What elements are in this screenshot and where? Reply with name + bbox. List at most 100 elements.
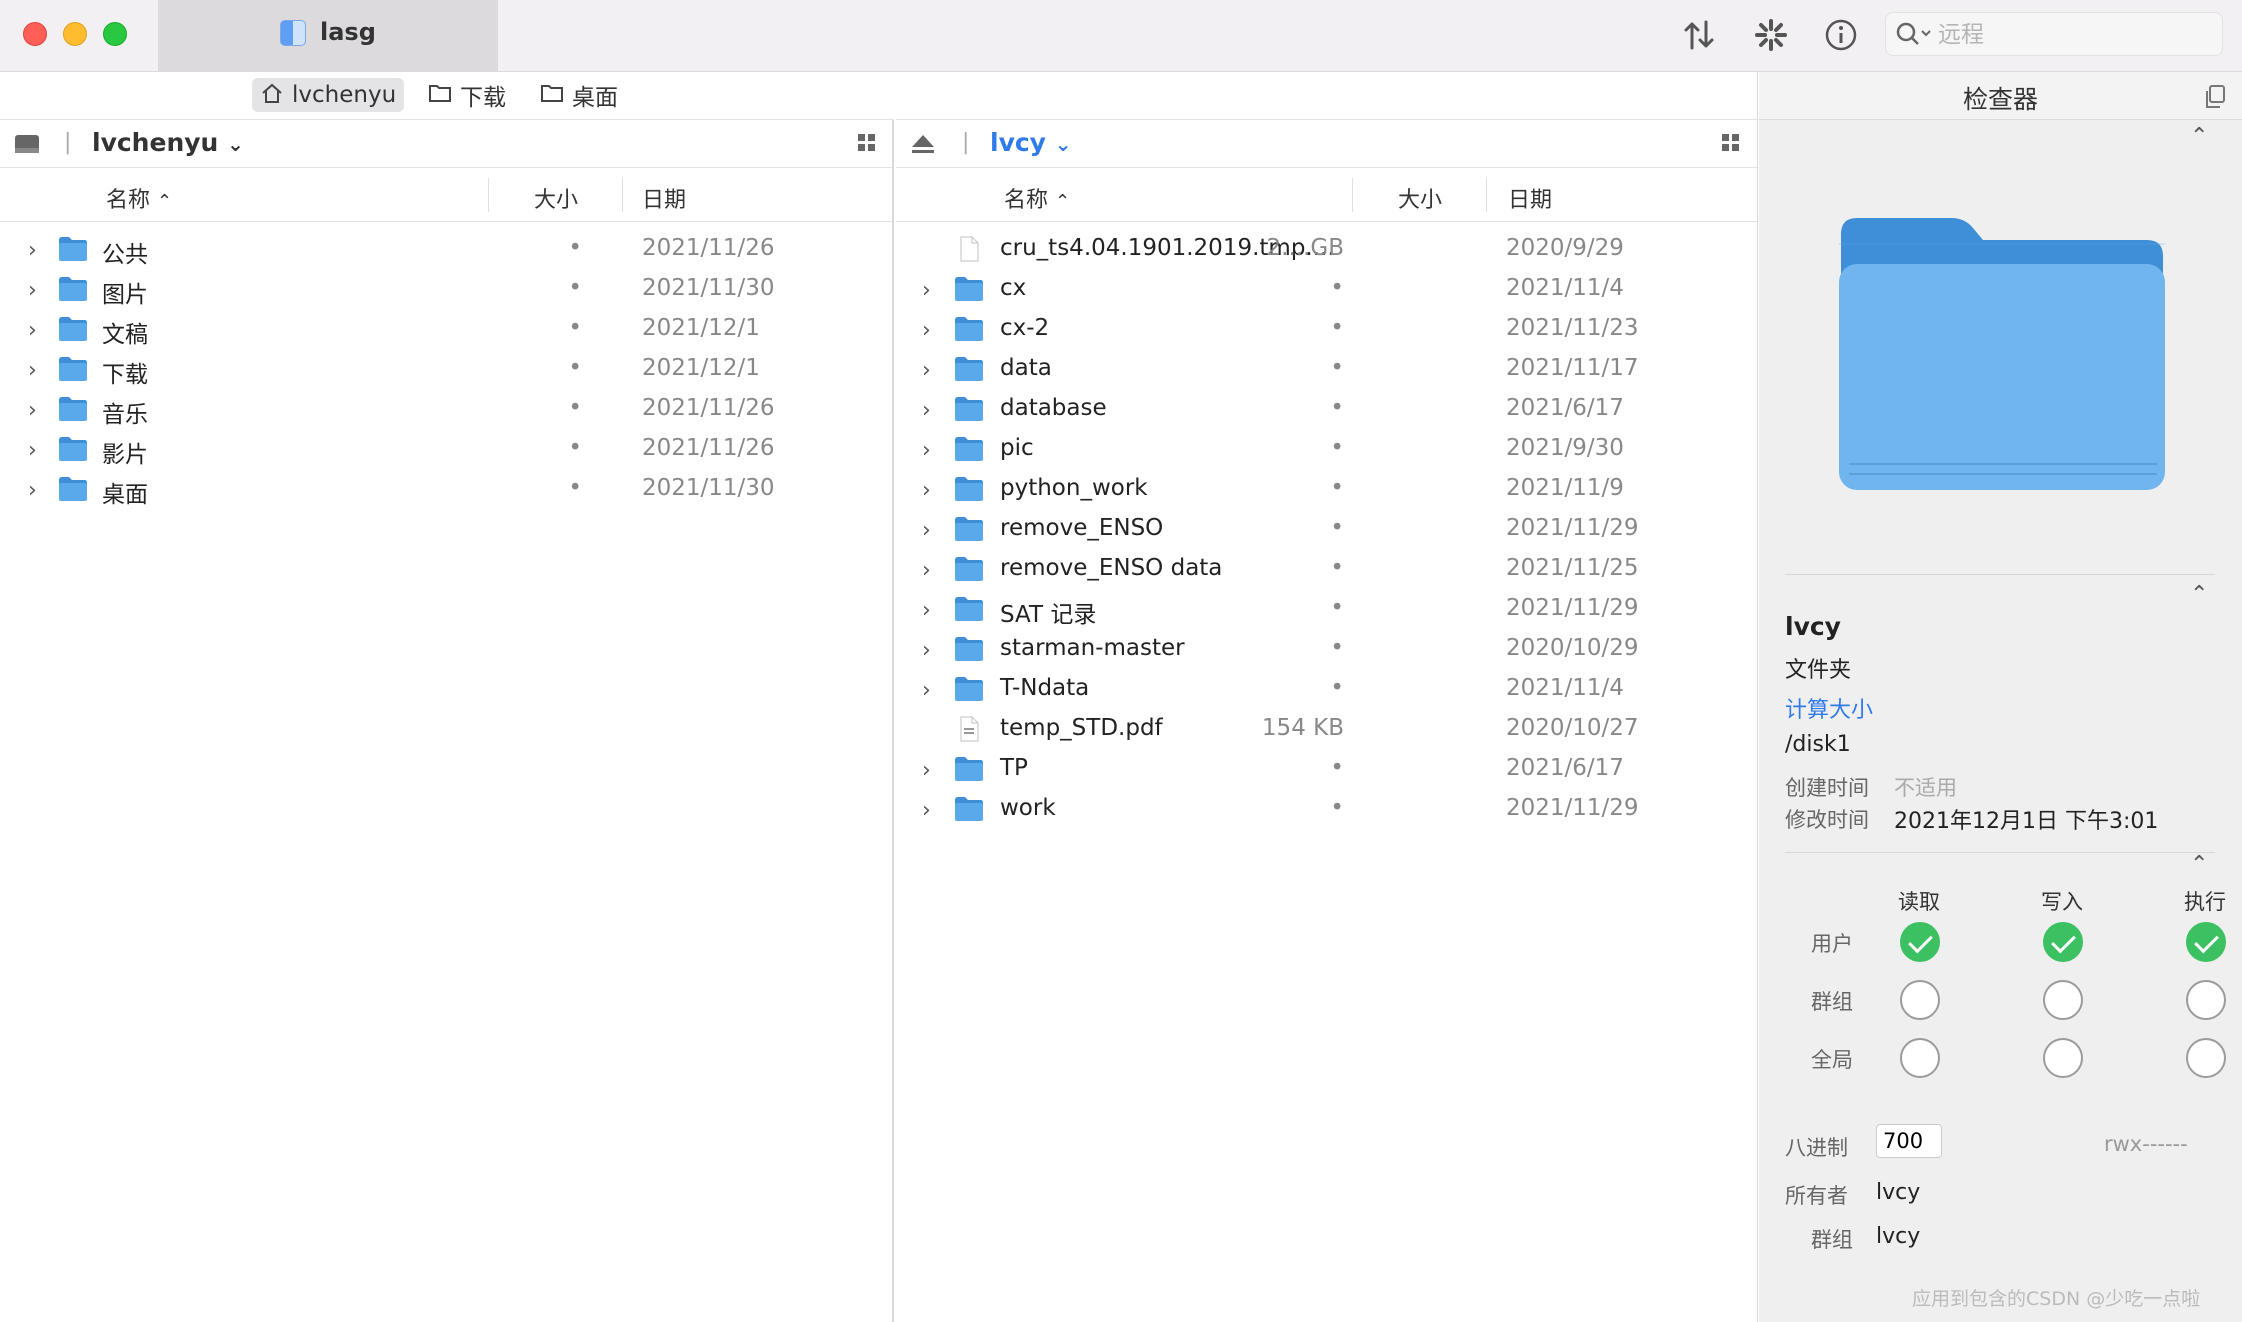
file-row[interactable]: › cx-2 • 2021/11/23 bbox=[896, 310, 1757, 350]
eject-icon[interactable] bbox=[910, 132, 936, 162]
disclosure-chevron-icon[interactable]: › bbox=[922, 518, 931, 543]
column-name[interactable]: 名称 ⌃ bbox=[1004, 182, 1070, 214]
file-row[interactable]: › 公共 • 2021/11/26 bbox=[0, 230, 892, 270]
info-icon[interactable] bbox=[1822, 16, 1860, 54]
folder-icon bbox=[954, 596, 984, 622]
disclosure-chevron-icon[interactable]: › bbox=[28, 358, 37, 383]
file-row[interactable]: › pic • 2021/9/30 bbox=[896, 430, 1757, 470]
permission-checkbox[interactable] bbox=[2043, 1038, 2083, 1078]
favorite-desktop[interactable]: 桌面 bbox=[532, 78, 626, 112]
file-row[interactable]: › 文稿 • 2021/12/1 bbox=[0, 310, 892, 350]
file-date: 2021/11/30 bbox=[642, 275, 775, 301]
permission-checkbox[interactable] bbox=[1900, 1038, 1940, 1078]
file-row[interactable]: cru_ts4.04.1901.2019.tmp.... 2....GB 2020/… bbox=[896, 230, 1757, 270]
minimize-button[interactable] bbox=[63, 22, 87, 46]
file-row[interactable]: › python_work • 2021/11/9 bbox=[896, 470, 1757, 510]
file-row[interactable]: › remove_ENSO • 2021/11/29 bbox=[896, 510, 1757, 550]
permission-checkbox[interactable] bbox=[2186, 922, 2226, 962]
octal-field[interactable] bbox=[1876, 1124, 1942, 1158]
disk-icon[interactable] bbox=[14, 132, 40, 162]
file-row[interactable]: › TP • 2021/6/17 bbox=[896, 750, 1757, 790]
calculate-size-link[interactable]: 计算大小 bbox=[1785, 692, 1873, 724]
permission-checkbox[interactable] bbox=[2043, 980, 2083, 1020]
column-date[interactable]: 日期 bbox=[642, 182, 686, 214]
view-mode-icon[interactable] bbox=[1720, 132, 1742, 154]
file-row[interactable]: › SAT 记录 • 2021/11/29 bbox=[896, 590, 1757, 630]
disclosure-chevron-icon[interactable]: › bbox=[922, 798, 931, 823]
disclosure-chevron-icon[interactable]: › bbox=[922, 318, 931, 343]
file-row[interactable]: › cx • 2021/11/4 bbox=[896, 270, 1757, 310]
favorite-label: 下载 bbox=[460, 85, 506, 111]
permission-checkbox[interactable] bbox=[1900, 922, 1940, 962]
disclosure-chevron-icon[interactable]: › bbox=[922, 758, 931, 783]
disclosure-chevron-icon[interactable]: › bbox=[922, 438, 931, 463]
chevron-up-icon[interactable]: ⌃ bbox=[2190, 852, 2208, 877]
view-mode-icon[interactable] bbox=[856, 132, 878, 154]
file-row[interactable]: › 影片 • 2021/11/26 bbox=[0, 430, 892, 470]
inspector-title: 检查器 bbox=[1962, 85, 2038, 114]
file-name: remove_ENSO bbox=[1000, 515, 1164, 541]
window-tab[interactable]: lasg bbox=[158, 0, 498, 72]
file-row[interactable]: › starman-master • 2020/10/29 bbox=[896, 630, 1757, 670]
disclosure-chevron-icon[interactable]: › bbox=[28, 238, 37, 263]
disclosure-chevron-icon[interactable]: › bbox=[28, 398, 37, 423]
permission-checkbox[interactable] bbox=[2043, 922, 2083, 962]
watermark: 应用到包含的CSDN @少吃一点啦 bbox=[1912, 1288, 2201, 1310]
file-row[interactable]: › work • 2021/11/29 bbox=[896, 790, 1757, 830]
disclosure-chevron-icon[interactable]: › bbox=[922, 358, 931, 383]
file-date: 2021/11/26 bbox=[642, 435, 775, 461]
search-input[interactable] bbox=[1938, 19, 2208, 51]
column-divider[interactable] bbox=[1352, 178, 1353, 212]
zoom-button[interactable] bbox=[103, 22, 127, 46]
favorite-home[interactable]: lvchenyu bbox=[252, 78, 405, 112]
folder-icon bbox=[954, 756, 984, 782]
column-divider[interactable] bbox=[1486, 178, 1487, 212]
permission-checkbox[interactable] bbox=[2186, 1038, 2226, 1078]
file-row[interactable]: › 音乐 • 2021/11/26 bbox=[0, 390, 892, 430]
column-date[interactable]: 日期 bbox=[1508, 182, 1552, 214]
close-button[interactable] bbox=[23, 22, 47, 46]
transfer-icon[interactable] bbox=[1680, 16, 1718, 54]
owner-label: 所有者 bbox=[1785, 1184, 1848, 1208]
disclosure-chevron-icon[interactable]: › bbox=[922, 398, 931, 423]
column-divider[interactable] bbox=[488, 178, 489, 212]
folder-icon bbox=[58, 476, 88, 502]
disclosure-chevron-icon[interactable]: › bbox=[922, 678, 931, 703]
left-location-menu[interactable]: lvchenyu ⌄ bbox=[92, 128, 244, 157]
disclosure-chevron-icon[interactable]: › bbox=[28, 278, 37, 303]
disclosure-chevron-icon[interactable]: › bbox=[922, 478, 931, 503]
folder-icon bbox=[954, 516, 984, 542]
permission-checkbox[interactable] bbox=[1900, 980, 1940, 1020]
column-name[interactable]: 名称 ⌃ bbox=[106, 182, 172, 214]
file-row[interactable]: › T-Ndata • 2021/11/4 bbox=[896, 670, 1757, 710]
disclosure-chevron-icon[interactable]: › bbox=[922, 278, 931, 303]
favorite-downloads[interactable]: 下载 bbox=[420, 78, 514, 112]
file-row[interactable]: › 下载 • 2021/12/1 bbox=[0, 350, 892, 390]
copy-icon[interactable] bbox=[2204, 84, 2226, 110]
file-row[interactable]: › 桌面 • 2021/11/30 bbox=[0, 470, 892, 510]
column-divider[interactable] bbox=[622, 178, 623, 212]
disclosure-chevron-icon[interactable]: › bbox=[922, 558, 931, 583]
right-location-menu[interactable]: lvcy ⌄ bbox=[990, 128, 1071, 157]
disclosure-chevron-icon[interactable]: › bbox=[922, 638, 931, 663]
search-field[interactable] bbox=[1885, 12, 2223, 56]
file-row[interactable]: › remove_ENSO data • 2021/11/25 bbox=[896, 550, 1757, 590]
folder-icon bbox=[58, 276, 88, 302]
file-date: 2021/12/1 bbox=[642, 355, 760, 381]
disclosure-chevron-icon[interactable]: › bbox=[922, 598, 931, 623]
disclosure-chevron-icon[interactable]: › bbox=[28, 318, 37, 343]
disclosure-chevron-icon[interactable]: › bbox=[28, 438, 37, 463]
activity-spinner-icon[interactable] bbox=[1752, 16, 1790, 54]
file-row[interactable]: › data • 2021/11/17 bbox=[896, 350, 1757, 390]
column-size[interactable]: 大小 bbox=[534, 182, 578, 214]
file-row[interactable]: › database • 2021/6/17 bbox=[896, 390, 1757, 430]
file-date: 2021/11/4 bbox=[1506, 675, 1624, 701]
chevron-up-icon[interactable]: ⌃ bbox=[2190, 124, 2208, 149]
file-row[interactable]: temp_STD.pdf 154 KB 2020/10/27 bbox=[896, 710, 1757, 750]
chevron-down-icon: ⌄ bbox=[1054, 132, 1072, 156]
disclosure-chevron-icon[interactable]: › bbox=[28, 478, 37, 503]
chevron-up-icon[interactable]: ⌃ bbox=[2190, 582, 2208, 607]
file-row[interactable]: › 图片 • 2021/11/30 bbox=[0, 270, 892, 310]
permission-checkbox[interactable] bbox=[2186, 980, 2226, 1020]
column-size[interactable]: 大小 bbox=[1398, 182, 1442, 214]
